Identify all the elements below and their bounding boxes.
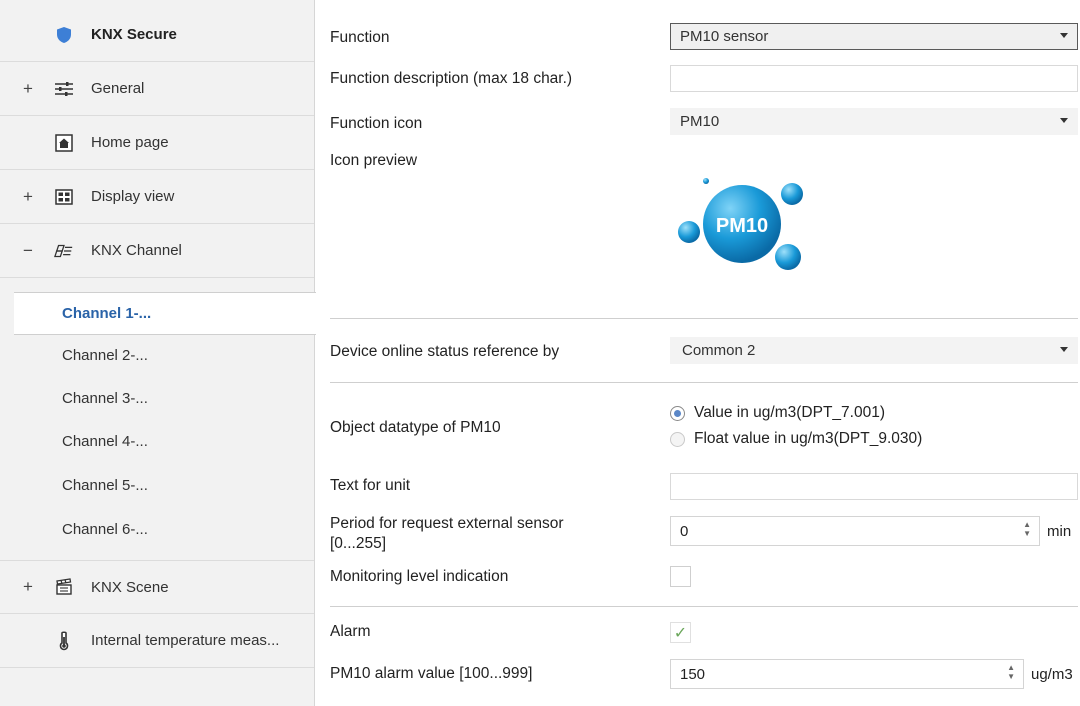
sidebar-item-label: KNX Secure	[91, 26, 177, 43]
function-icon-value: PM10	[680, 113, 720, 130]
radio-option-value[interactable]: Value in ug/m3(DPT_7.001)	[670, 404, 885, 422]
sidebar-item-general[interactable]: + General	[0, 62, 314, 116]
sidebar-item-label: KNX Scene	[91, 578, 169, 596]
sidebar-item-display-view[interactable]: + Display view	[0, 170, 314, 224]
sidebar-item-label: Channel 1-...	[62, 305, 152, 322]
display-grid-icon	[54, 187, 74, 207]
object-datatype-label: Object datatype of PM10	[330, 419, 501, 436]
shield-icon	[54, 25, 74, 45]
scene-clapper-icon	[54, 577, 74, 597]
function-value: PM10 sensor	[680, 28, 769, 45]
expand-icon[interactable]: +	[21, 577, 35, 597]
device-online-dropdown[interactable]: Common 2	[670, 337, 1078, 364]
sidebar-item-label: Channel 4-...	[62, 433, 148, 450]
radio-option-label: Float value in ug/m3(DPT_9.030)	[694, 430, 923, 447]
sidebar-item-channel-1[interactable]: Channel 1-...	[14, 292, 316, 335]
home-icon	[54, 133, 74, 153]
radio-selected-icon[interactable]	[670, 405, 685, 421]
sidebar-item-internal-temperature[interactable]: Internal temperature meas...	[0, 614, 314, 668]
sidebar-item-label: Display view	[91, 188, 175, 205]
function-dropdown[interactable]: PM10 sensor	[670, 23, 1078, 50]
alarm-label: Alarm	[330, 623, 371, 640]
checkmark-icon: ✓	[673, 624, 688, 642]
alarm-value-unit: ug/m3	[1031, 666, 1073, 683]
function-label: Function	[330, 29, 390, 46]
alarm-checkbox[interactable]: ✓	[670, 622, 691, 643]
radio-option-label: Value in ug/m3(DPT_7.001)	[694, 404, 885, 421]
sidebar-item-knx-scene[interactable]: + KNX Scene	[0, 560, 314, 614]
text-for-unit-input[interactable]	[670, 473, 1078, 500]
spin-arrows-icon[interactable]: ▲ ▼	[1007, 663, 1015, 681]
radio-unselected-icon[interactable]	[670, 431, 685, 447]
sidebar-item-channel-6[interactable]: Channel 6-...	[0, 508, 314, 551]
expand-icon[interactable]: +	[21, 79, 35, 99]
parameter-panel: Function PM10 sensor Function descriptio…	[316, 0, 1080, 706]
divider	[330, 382, 1078, 383]
sidebar-item-knx-secure[interactable]: KNX Secure	[0, 8, 314, 62]
channel-icon	[54, 241, 74, 261]
monitoring-label: Monitoring level indication	[330, 568, 509, 585]
alarm-value-stepper[interactable]: 150 ▲ ▼	[670, 659, 1024, 689]
sidebar-item-label: Channel 6-...	[62, 521, 148, 538]
sidebar-item-label: Channel 2-...	[62, 347, 148, 364]
chevron-down-icon	[1060, 347, 1068, 352]
thermometer-icon	[54, 630, 74, 651]
pm10-bubble-icon: PM10	[674, 174, 814, 274]
period-label-line2: [0...255]	[330, 535, 387, 552]
text-for-unit-label: Text for unit	[330, 477, 411, 494]
divider	[330, 318, 1078, 319]
pm10-badge-text: PM10	[716, 215, 768, 237]
sidebar-item-label: Channel 3-...	[62, 390, 148, 407]
device-online-label: Device online status reference by	[330, 343, 560, 360]
function-icon-dropdown[interactable]: PM10	[670, 108, 1078, 135]
function-icon-label: Function icon	[330, 115, 423, 132]
alarm-value-label: PM10 alarm value [100...999]	[330, 665, 533, 682]
divider	[330, 606, 1078, 607]
sidebar: KNX Secure + General Home page + Display…	[0, 0, 316, 706]
sidebar-item-label: Channel 5-...	[62, 477, 148, 494]
sidebar-item-label: Home page	[91, 134, 169, 151]
sidebar-item-channel-4[interactable]: Channel 4-...	[0, 420, 314, 463]
alarm-value: 150	[680, 665, 706, 683]
sidebar-item-knx-channel[interactable]: − KNX Channel	[0, 224, 314, 278]
period-label-line1: Period for request external sensor	[330, 515, 564, 532]
sidebar-item-channel-3[interactable]: Channel 3-...	[0, 377, 314, 420]
icon-preview-label: Icon preview	[330, 152, 418, 169]
sidebar-item-label: KNX Channel	[91, 242, 182, 259]
chevron-down-icon	[1060, 33, 1068, 38]
collapse-icon[interactable]: −	[21, 241, 35, 261]
spin-arrows-icon[interactable]: ▲ ▼	[1023, 520, 1031, 538]
period-unit: min	[1047, 523, 1072, 540]
period-value: 0	[680, 522, 689, 540]
period-stepper[interactable]: 0 ▲ ▼	[670, 516, 1040, 546]
device-online-value: Common 2	[682, 342, 756, 359]
sidebar-item-home-page[interactable]: Home page	[0, 116, 314, 170]
sidebar-item-channel-5[interactable]: Channel 5-...	[0, 464, 314, 507]
function-description-label: Function description (max 18 char.)	[330, 70, 573, 87]
sidebar-item-label: Internal temperature meas...	[91, 632, 280, 649]
radio-option-float[interactable]: Float value in ug/m3(DPT_9.030)	[670, 430, 922, 448]
sidebar-item-label: General	[91, 80, 145, 97]
function-description-input[interactable]	[670, 65, 1078, 92]
monitoring-checkbox[interactable]	[670, 566, 691, 587]
sidebar-item-channel-2[interactable]: Channel 2-...	[0, 334, 314, 377]
expand-icon[interactable]: +	[21, 187, 35, 207]
chevron-down-icon	[1060, 118, 1068, 123]
sliders-icon	[54, 79, 74, 99]
